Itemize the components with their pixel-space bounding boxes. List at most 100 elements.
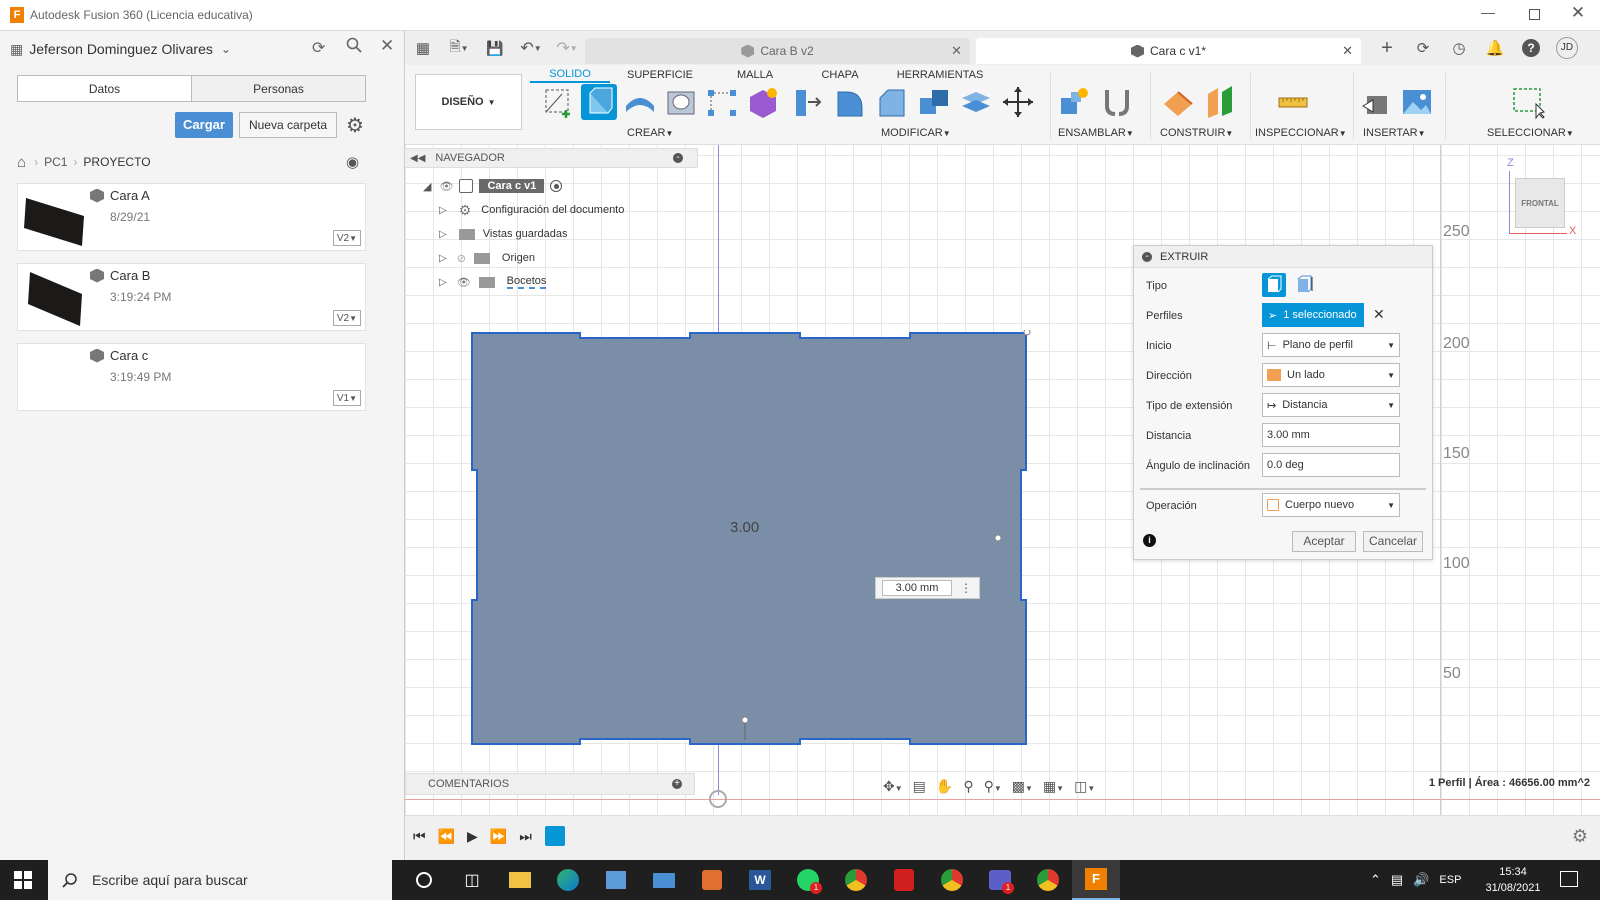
go-to-end-icon[interactable]: ⏭ [519,828,532,845]
midplane-icon[interactable] [1202,84,1238,120]
task-view-icon[interactable]: ◫ [448,860,496,900]
add-comment-icon[interactable]: + [672,779,682,789]
distance-field[interactable]: 3.00 mm [1262,423,1400,447]
fit-icon[interactable]: ⚲▼ [984,778,1002,795]
taskbar-clock[interactable]: 15:34 31/08/2021 [1478,864,1548,896]
close-window-button[interactable]: ✕ [1566,3,1590,25]
tray-chevron-icon[interactable]: ⌃ [1370,872,1381,888]
eye-icon[interactable]: 👁 [439,180,453,193]
chrome-alt-icon[interactable] [1024,860,1072,900]
tab-datos[interactable]: Datos [18,76,192,101]
shell-icon[interactable] [916,84,952,120]
user-avatar[interactable]: JD [1549,30,1585,66]
ok-button[interactable]: Aceptar [1292,531,1356,552]
distance-input-box[interactable]: 3.00 mm ⋮ [875,577,980,599]
comments-bar[interactable]: COMENTARIOS + [405,773,695,795]
undo-icon[interactable]: ↶ ▼ [513,30,549,66]
maximize-button[interactable] [1522,4,1546,26]
group-insertar[interactable]: INSERTAR▼ [1363,125,1426,139]
play-icon[interactable]: ▶ [467,828,478,845]
network-icon[interactable]: ▤ [1391,872,1403,888]
collapse-arrows-icon[interactable]: ◀◀ [410,153,425,164]
insert-canvas-icon[interactable] [1399,84,1435,120]
look-at-icon[interactable]: ▤ [913,778,926,795]
job-status-icon[interactable]: ◷ [1441,30,1477,66]
hole-icon[interactable] [663,84,699,120]
file-card[interactable]: Cara A 8/29/21 V2 ▼ [17,183,366,251]
file-menu-icon[interactable]: 🗎 ▼ [441,30,477,66]
eye-hidden-icon[interactable]: ⊘ [457,252,466,265]
group-seleccionar[interactable]: SELECCIONAR▼ [1487,125,1574,139]
offset-plane-icon[interactable] [1160,84,1196,120]
measure-icon[interactable] [1275,84,1311,120]
mail-icon[interactable] [640,860,688,900]
taper-angle-field[interactable]: 0.0 deg [1262,453,1400,477]
new-folder-button[interactable]: Nueva carpeta [239,112,337,138]
home-icon[interactable]: ⌂ [17,154,26,171]
version-badge[interactable]: V2 ▼ [332,310,361,326]
grid-settings-icon[interactable]: ▦▼ [1043,778,1064,795]
expand-triangle-icon[interactable]: ▷ [439,277,447,288]
new-tab-icon[interactable]: + [1369,30,1405,66]
close-tab-icon[interactable]: ✕ [951,43,962,59]
tab-personas[interactable]: Personas [192,76,365,101]
acrobat-icon[interactable] [880,860,928,900]
file-card[interactable]: Cara B 3:19:24 PM V2 ▼ [17,263,366,331]
expand-triangle-icon[interactable]: ▷ [439,253,447,264]
operation-select[interactable]: Cuerpo nuevo ▼ [1262,493,1400,517]
navigator-header[interactable]: ◀◀ NAVEGADOR - [405,148,698,168]
form-icon[interactable] [745,84,781,120]
version-badge[interactable]: V2 ▼ [332,230,361,246]
chrome-profile-icon[interactable] [928,860,976,900]
fillet-icon[interactable] [832,84,868,120]
sketch-profile[interactable] [460,330,1050,770]
cortana-icon[interactable] [400,860,448,900]
start-select[interactable]: ⊢ Plano de perfil ▼ [1262,333,1400,357]
notifications-bell-icon[interactable]: 🔔 [1477,30,1513,66]
close-tab-icon[interactable]: ✕ [1342,43,1353,59]
windows-start-icon[interactable] [14,871,32,889]
activate-radio-icon[interactable] [550,180,563,192]
step-forward-icon[interactable]: ⏩ [490,828,507,845]
group-ensamblar[interactable]: ENSAMBLAR▼ [1058,125,1134,139]
word-icon[interactable]: W [736,860,784,900]
info-icon[interactable]: i [1143,534,1156,547]
ribbon-tab-malla[interactable]: MALLA [710,69,800,81]
extensions-icon[interactable]: ⟳ [1405,30,1441,66]
settings-gear-icon[interactable]: ⚙ [346,113,364,138]
navigator-root[interactable]: ◢ 👁 Cara c v1 [423,174,563,198]
collapse-triangle-icon[interactable]: ◢ [423,180,431,193]
video-player-icon[interactable] [688,860,736,900]
breadcrumb-item[interactable]: PC1 [44,155,67,169]
viewports-icon[interactable]: ◫▼ [1074,778,1095,795]
zoom-icon[interactable]: ⚲ [963,778,973,795]
select-box-icon[interactable] [1510,84,1546,120]
insert-derive-icon[interactable] [1359,84,1395,120]
eye-icon[interactable]: 👁 [457,276,471,289]
timeline-settings-gear-icon[interactable]: ⚙ [1572,826,1588,847]
ribbon-tab-superficie[interactable]: SUPERFICIE [610,69,710,81]
distance-input-value[interactable]: 3.00 mm [882,580,952,596]
ribbon-tab-herramientas[interactable]: HERRAMIENTAS [880,69,1000,81]
create-sketch-icon[interactable] [540,84,576,120]
press-pull-icon[interactable] [790,84,826,120]
expand-triangle-icon[interactable]: ▷ [439,205,447,216]
joint-icon[interactable] [1099,84,1135,120]
minus-circle-icon[interactable]: - [1142,251,1152,262]
globe-icon[interactable]: ◉ [346,153,359,171]
search-icon[interactable] [346,37,362,53]
group-construir[interactable]: CONSTRUIR▼ [1160,125,1233,139]
teams-icon[interactable]: 1 [976,860,1024,900]
display-settings-icon[interactable]: ▩▼ [1012,778,1033,795]
user-menu[interactable]: ▦ Jeferson Dominguez Olivares ⌄ [10,39,231,59]
expand-triangle-icon[interactable]: ▷ [439,229,447,240]
type-body-icon[interactable] [1262,273,1286,297]
extrude-icon[interactable] [581,84,617,120]
orbit-icon[interactable]: ✥▼ [883,778,903,795]
direction-select[interactable]: Un lado ▼ [1262,363,1400,387]
profiles-selection-button[interactable]: ➢ 1 seleccionado [1262,303,1364,327]
minus-circle-icon[interactable]: - [673,153,683,163]
nav-item-origin[interactable]: ▷ ⊘ Origen [439,246,535,270]
volume-icon[interactable]: 🔊 [1413,872,1429,888]
extent-type-select[interactable]: ↦ Distancia ▼ [1262,393,1400,417]
